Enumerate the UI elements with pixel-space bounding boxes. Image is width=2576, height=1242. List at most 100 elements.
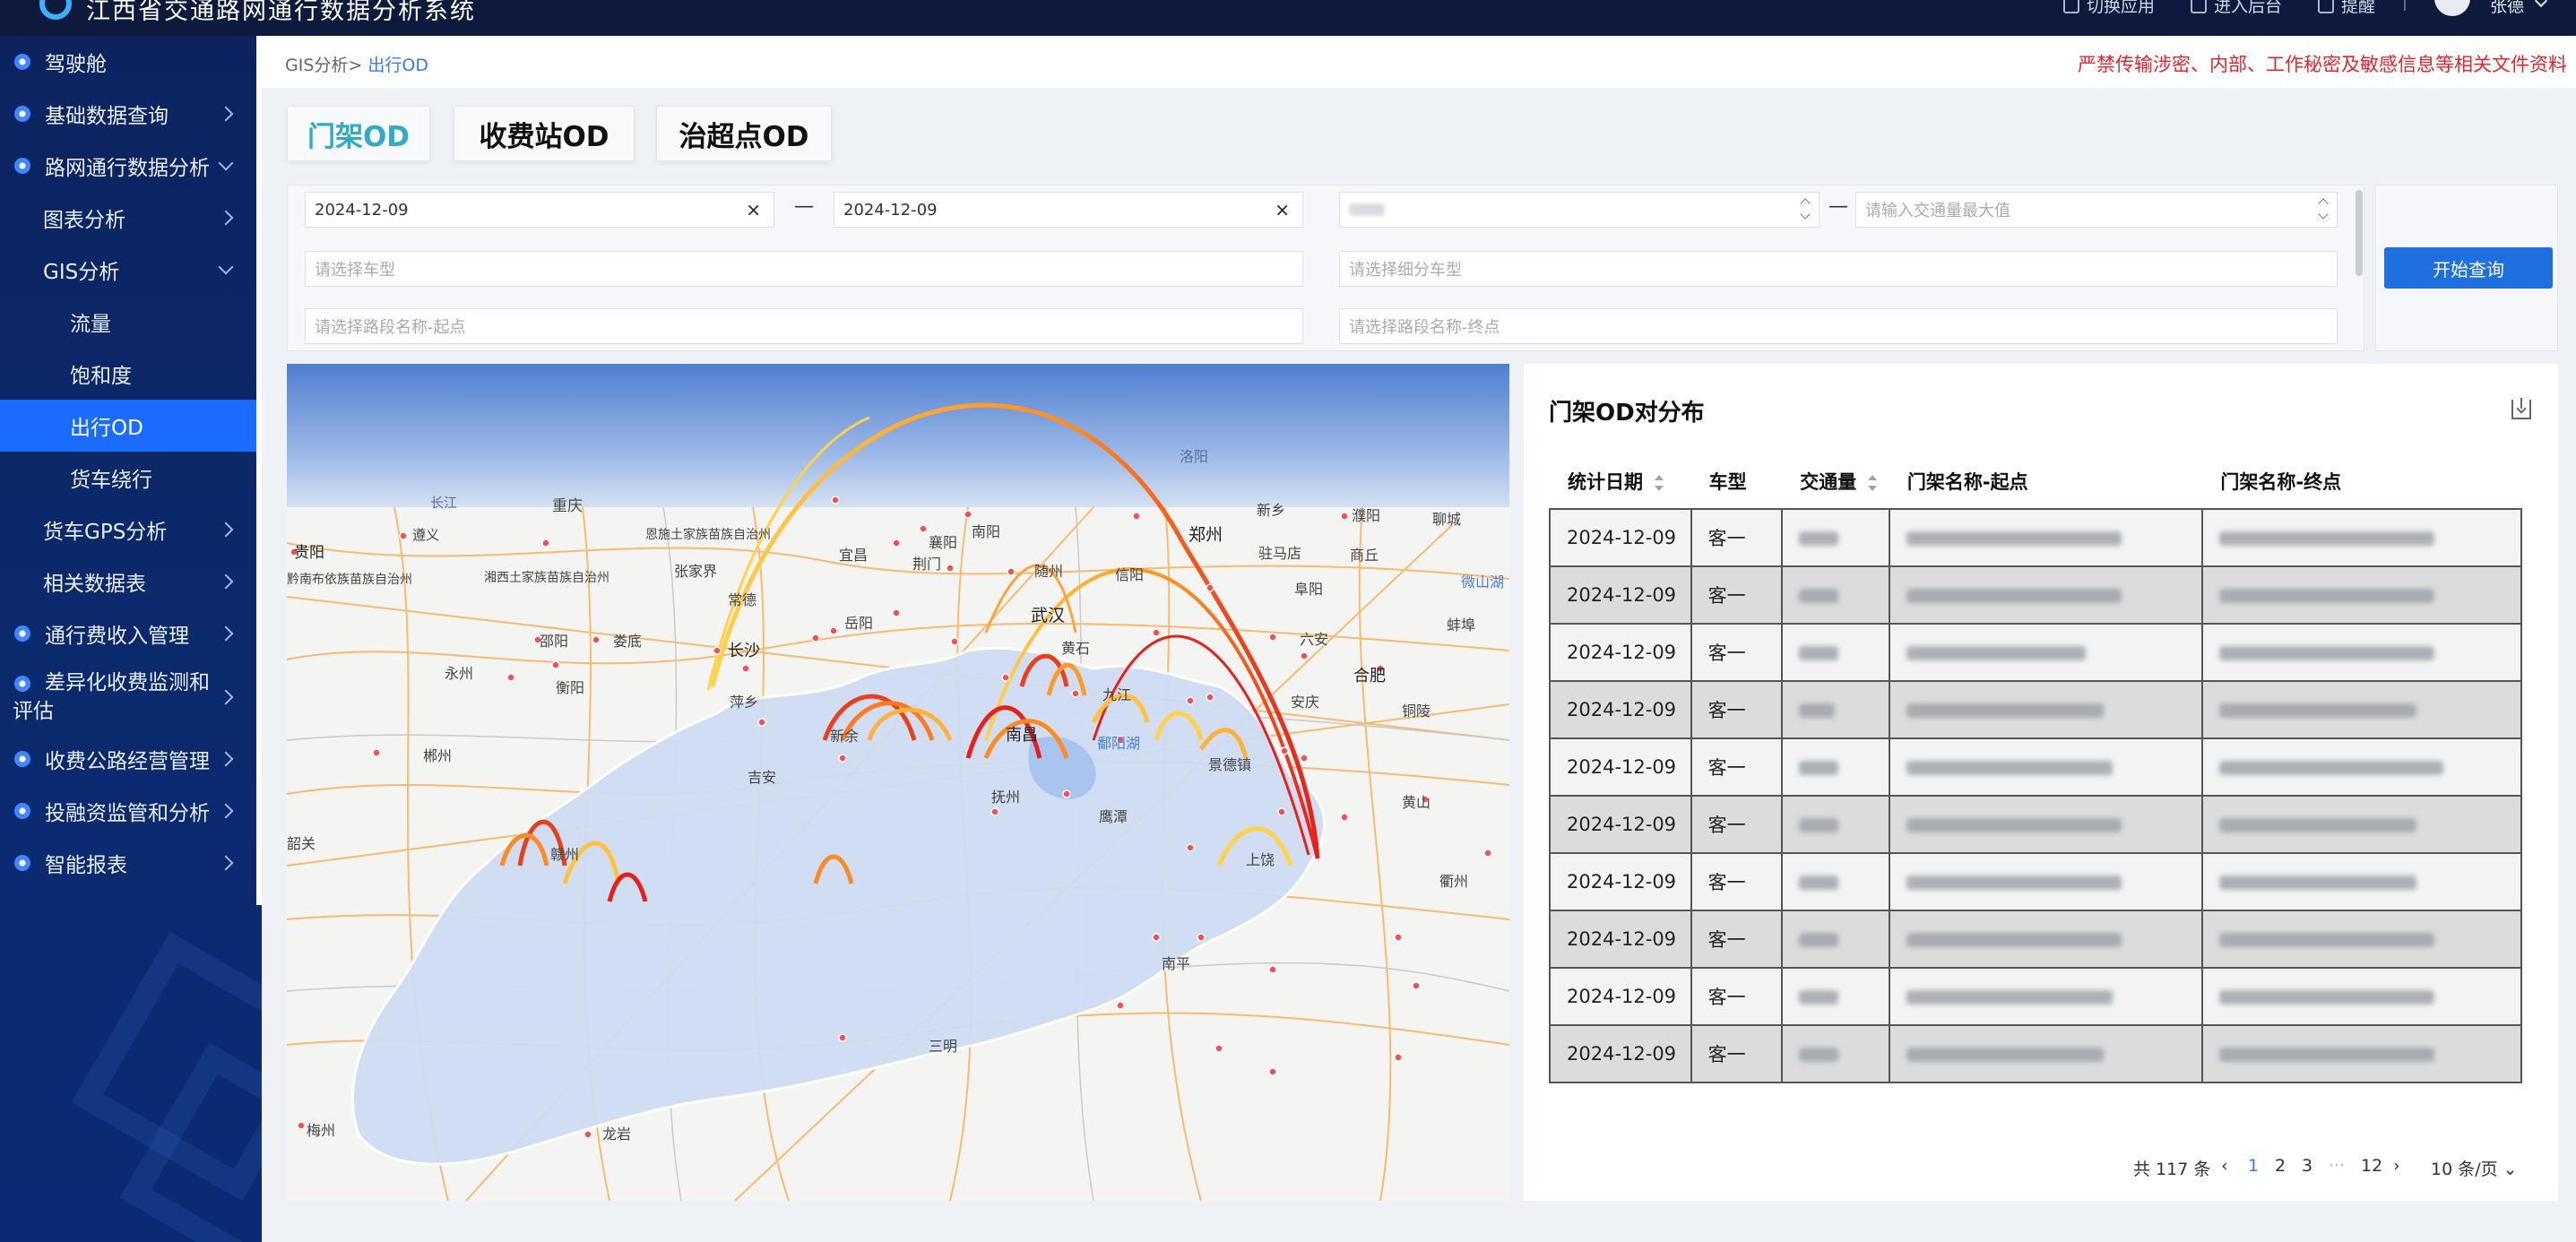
chevron-right-icon [218, 625, 234, 642]
chevron-down-icon[interactable] [2534, 0, 2548, 8]
chevron-down-icon [218, 155, 234, 171]
redacted-value [2219, 818, 2417, 832]
next-page-icon[interactable]: › [2393, 1156, 2400, 1176]
page-size-select[interactable]: 10 条/页 ⌄ [2431, 1156, 2518, 1180]
menu-bullet-icon [14, 803, 30, 819]
sidebar-item-truck-detour[interactable]: 货车绕行 [0, 452, 262, 504]
sidebar-item-gis-analysis[interactable]: GIS分析 [0, 244, 262, 296]
map-label-city: 宜昌 [839, 547, 869, 564]
map-canvas[interactable] [287, 364, 1509, 1201]
table-row[interactable]: 2024-12-09 客一 [1549, 967, 2522, 1026]
map-label-city: 新乡 [1257, 502, 1286, 519]
switch-app-button[interactable]: 切换应用 [2063, 0, 2155, 17]
sidebar-item-toll-revenue[interactable]: 通行费收入管理 [0, 608, 262, 660]
sidebar-item-cockpit[interactable]: 驾驶舱 [0, 36, 262, 88]
app-title: 江西省交通路网通行数据分析系统 [86, 0, 476, 25]
table-row[interactable]: 2024-12-09 客一 [1549, 795, 2522, 854]
table-row[interactable]: 2024-12-09 客一 [1549, 852, 2522, 911]
sidebar-item-truck-gps[interactable]: 货车GPS分析 [0, 504, 262, 556]
map-label-city: 赣州 [550, 846, 580, 863]
table-row[interactable]: 2024-12-09 客一 [1549, 508, 2522, 567]
tab-gantry-od[interactable]: 门架OD [287, 106, 430, 161]
sidebar-item-differential-toll[interactable]: 差异化收费监测和评估 [0, 663, 262, 731]
redacted-value [1349, 203, 1385, 216]
sidebar-item-smart-reports[interactable]: 智能报表 [0, 837, 262, 889]
vehicle-type-select[interactable]: 请选择车型 [305, 251, 1303, 287]
breadcrumb-parent[interactable]: GIS分析> [285, 56, 362, 75]
map-label-city: 邵阳 [540, 633, 569, 650]
max-volume-field[interactable]: 请输入交通量最大值 [1855, 192, 2338, 228]
download-icon[interactable] [2511, 398, 2531, 419]
col-header-start-gantry: 门架名称-起点 [1889, 453, 2203, 509]
map-label-city: 长沙 [728, 642, 760, 660]
col-header-date[interactable]: 统计日期 [1550, 453, 1691, 509]
clear-icon[interactable]: × [1275, 199, 1290, 220]
map-label-city: 韶关 [287, 835, 316, 852]
filter-scrollbar[interactable] [2356, 190, 2363, 276]
map-label-city: 重庆 [552, 497, 583, 515]
col-header-volume[interactable]: 交通量 [1782, 453, 1889, 509]
sidebar-item-road-analysis[interactable]: 路网通行数据分析 [0, 140, 262, 192]
map-label-city: 衢州 [1439, 873, 1469, 890]
od-panel: 门架OD对分布 统计日期 车型 交通量 门架名称-起点 门架名称-终点 2024… [1524, 364, 2558, 1201]
map-label-city: 随州 [1034, 563, 1064, 580]
sidebar-item-basic-data[interactable]: 基础数据查询 [0, 88, 262, 140]
page-ellipsis[interactable]: ··· [2329, 1156, 2345, 1176]
page-12[interactable]: 12 [2361, 1156, 2382, 1176]
col-header-type: 车型 [1690, 453, 1783, 509]
sidebar-item-saturation[interactable]: 饱和度 [0, 348, 262, 400]
map-label-city: 岳阳 [844, 615, 874, 632]
sidebar-item-related-tables[interactable]: 相关数据表 [0, 556, 262, 608]
sidebar-item-travel-od[interactable]: 出行OD [0, 400, 262, 452]
map-label-city: 武汉 [1031, 606, 1066, 625]
road-start-select[interactable]: 请选择路段名称-起点 [305, 308, 1303, 344]
menu-bullet-icon [14, 106, 30, 122]
table-row[interactable]: 2024-12-09 客一 [1549, 1024, 2522, 1083]
map-label-city: 萍乡 [730, 694, 759, 711]
avatar[interactable] [2434, 0, 2470, 16]
map-label-lake: 微山湖 [1461, 574, 1505, 591]
reminder-button[interactable]: 提醒 [2318, 0, 2375, 17]
table-row[interactable]: 2024-12-09 客一 [1549, 737, 2522, 797]
sort-icon[interactable] [1654, 474, 1664, 492]
number-stepper-icon[interactable] [1799, 196, 1811, 223]
table-row[interactable]: 2024-12-09 客一 [1549, 565, 2522, 625]
clear-icon[interactable]: × [746, 199, 761, 220]
sort-icon[interactable] [1867, 474, 1878, 492]
min-volume-field[interactable] [1339, 192, 1820, 228]
road-end-select[interactable]: 请选择路段名称-终点 [1339, 308, 2338, 344]
table-row[interactable]: 2024-12-09 客一 [1549, 910, 2522, 969]
page-2[interactable]: 2 [2275, 1156, 2286, 1176]
tab-toll-station-od[interactable]: 收费站OD [454, 106, 635, 161]
prev-page-icon[interactable]: ‹ [2221, 1156, 2228, 1176]
menu-bullet-icon [14, 751, 30, 767]
start-date-field[interactable]: 2024-12-09 × [305, 192, 774, 228]
map-label-city: 遵义 [412, 527, 440, 543]
redacted-value [2219, 703, 2417, 718]
od-map[interactable]: 贵阳 遵义 重庆 长江 恩施土家族苗族自治州 宜昌 襄阳 南阳 郑州 新乡 濮阳… [287, 364, 1509, 1201]
start-query-button[interactable]: 开始查询 [2384, 247, 2553, 289]
vehicle-subtype-select[interactable]: 请选择细分车型 [1339, 251, 2338, 287]
map-label-city: 常德 [728, 591, 757, 608]
number-stepper-icon[interactable] [2317, 196, 2330, 223]
table-row[interactable]: 2024-12-09 客一 [1549, 680, 2522, 739]
map-label-city: 六安 [1300, 631, 1329, 648]
sidebar-item-toll-road-management[interactable]: 收费公路经营管理 [0, 733, 262, 785]
chevron-right-icon [218, 803, 234, 819]
redacted-value [1799, 589, 1839, 603]
page-3[interactable]: 3 [2302, 1156, 2312, 1176]
enter-backend-button[interactable]: 进入后台 [2191, 0, 2282, 17]
end-date-field[interactable]: 2024-12-09 × [834, 192, 1303, 228]
sidebar-item-flow[interactable]: 流量 [0, 296, 262, 348]
sidebar-item-investment[interactable]: 投融资监管和分析 [0, 785, 262, 837]
date-range-separator: — [794, 195, 814, 218]
map-label-city: 贵阳 [294, 544, 324, 562]
sidebar-item-chart-analysis[interactable]: 图表分析 [0, 192, 262, 244]
redacted-value [1799, 703, 1836, 718]
tab-overload-point-od[interactable]: 治超点OD [656, 106, 832, 161]
table-row[interactable]: 2024-12-09 客一 [1549, 623, 2522, 682]
page-1[interactable]: 1 [2248, 1156, 2259, 1176]
col-header-end-gantry: 门架名称-终点 [2202, 453, 2521, 509]
map-label-city: 商丘 [1350, 547, 1379, 564]
username[interactable]: 张德 [2490, 0, 2524, 17]
